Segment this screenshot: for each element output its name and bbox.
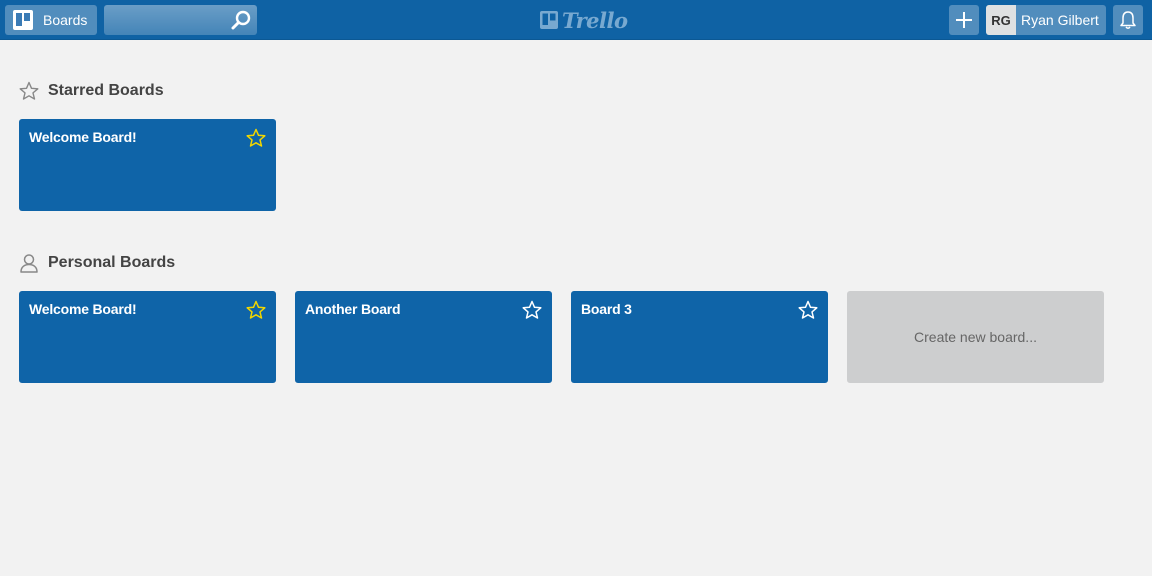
board-tile[interactable]: Board 3 <box>571 291 828 383</box>
starred-boards-title: Starred Boards <box>48 82 164 99</box>
logo-text: Trello <box>562 7 628 33</box>
create-new-board-label: Create new board... <box>914 329 1037 345</box>
add-button[interactable] <box>949 5 979 35</box>
search-icon[interactable] <box>230 9 252 31</box>
boards-button[interactable]: Boards <box>5 5 97 35</box>
star-icon[interactable] <box>246 300 266 320</box>
personal-boards-title: Personal Boards <box>48 254 176 271</box>
person-icon <box>20 254 38 273</box>
create-new-board-tile[interactable]: Create new board... <box>847 291 1104 383</box>
star-icon[interactable] <box>246 128 266 148</box>
trello-logo-icon <box>540 11 558 29</box>
notifications-button[interactable] <box>1113 5 1143 35</box>
board-tile-name: Board 3 <box>581 301 632 317</box>
boards-button-label: Boards <box>43 12 88 28</box>
search-box[interactable] <box>104 5 257 35</box>
board-tile[interactable]: Another Board <box>295 291 552 383</box>
board-tile-name: Welcome Board! <box>29 301 137 317</box>
star-outline-icon <box>19 81 39 100</box>
starred-boards-heading: Starred Boards <box>19 79 164 103</box>
boards-icon <box>13 10 33 30</box>
trello-logo[interactable]: Trello <box>540 7 628 33</box>
board-tile[interactable]: Welcome Board! <box>19 119 276 211</box>
top-header: Boards Trello RG Ryan Gilbert <box>0 0 1152 40</box>
user-name: Ryan Gilbert <box>1021 12 1099 28</box>
board-tile-name: Welcome Board! <box>29 129 137 145</box>
bell-icon <box>1120 11 1136 29</box>
star-icon[interactable] <box>522 300 542 320</box>
user-menu-button[interactable]: RG Ryan Gilbert <box>986 5 1106 35</box>
plus-icon <box>956 12 972 28</box>
personal-boards-heading: Personal Boards <box>19 251 175 275</box>
board-tile-name: Another Board <box>305 301 401 317</box>
board-tile[interactable]: Welcome Board! <box>19 291 276 383</box>
avatar: RG <box>986 5 1016 35</box>
star-icon[interactable] <box>798 300 818 320</box>
search-input[interactable] <box>104 6 224 34</box>
